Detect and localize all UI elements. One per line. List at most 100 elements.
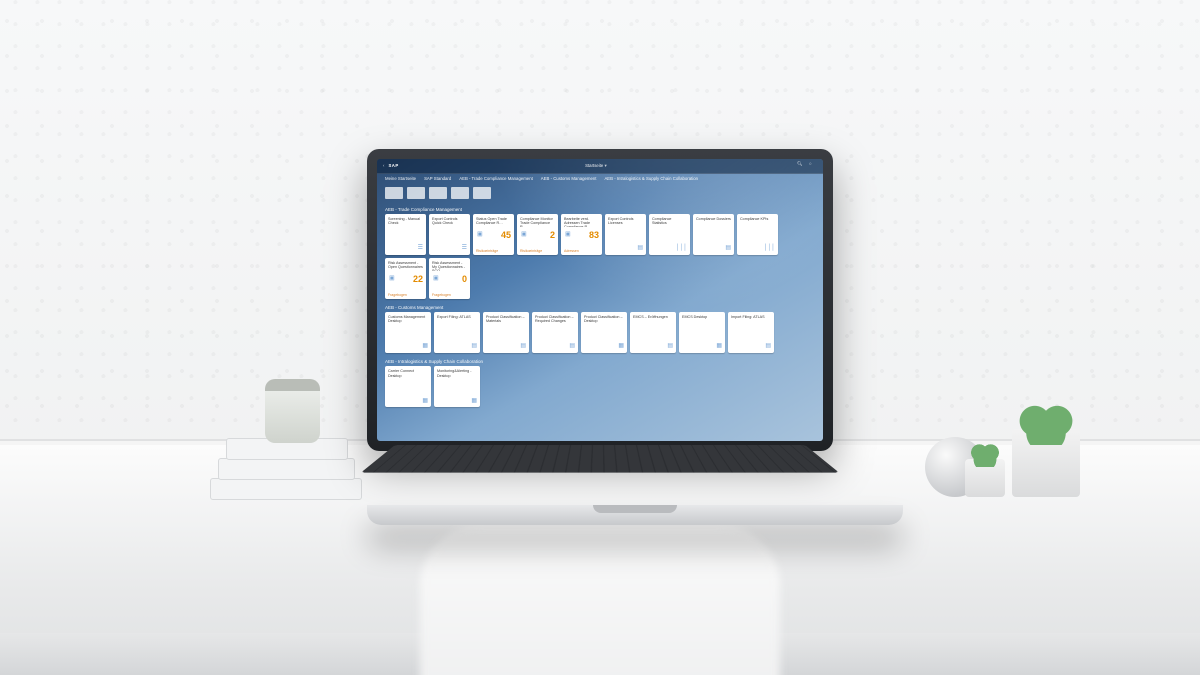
tab-home[interactable]: Meine Startseite [385,177,416,182]
chair-prop [420,525,780,675]
tile-title: Carrier Connect Desktop [388,369,428,377]
kpi-icon: ▣ [389,275,395,282]
laptop-keyboard [361,445,839,473]
group-title: AEB - Customs Management [377,301,823,312]
candle-prop [265,379,320,443]
summary-tile[interactable] [385,187,403,199]
tile-title: Compliance Dossiers [696,217,731,221]
doc-icon: ▤ [569,343,575,350]
tile-kpi: 45 [501,229,511,239]
tile-kpi: 22 [413,273,423,283]
tile-subtitle: Fragebogen [388,293,423,297]
app-tile[interactable]: Status Open Trade Compliance R… ▣ 45 Risiko… [473,214,514,255]
app-tile[interactable]: Screening - Manual Check ☰ [385,214,426,255]
grid-icon: ▦ [422,398,428,405]
bar-icon: │││ [676,245,687,252]
kpi-icon: ▣ [477,231,483,238]
grid-icon: ▦ [471,398,477,405]
sap-logo: SAP [388,164,398,169]
tab-tcm[interactable]: AEB - Trade Compliance Management [459,177,533,182]
tile-title: EMCS Desktop [682,315,722,319]
summary-tile[interactable] [407,187,425,199]
group-title: AEB - Intralogistics & Supply Chain Coll… [377,355,823,366]
tab-customs[interactable]: AEB - Customs Management [541,177,597,182]
laptop-base [367,505,903,525]
laptop: ‹ SAP Startseite 🔍︎ ○ Meine Startseite S… [367,149,833,525]
back-icon[interactable]: ‹ [383,164,384,169]
app-tile[interactable]: Carrier Connect Desktop ▦ [385,366,431,407]
app-tile[interactable]: Export Filing: ATLAS ▤ [434,312,480,353]
app-tile[interactable]: EMCS Desktop▦ [679,312,725,353]
search-icon[interactable]: 🔍︎ [797,162,805,170]
tab-standard[interactable]: SAP Standard [424,177,451,182]
tile-title: Monitoring&Alerting - Desktop [437,369,477,377]
app-tile[interactable]: Monitoring&Alerting - Desktop ▦ [434,366,480,407]
tab-logistics[interactable]: AEB - Intralogistics & Supply Chain Coll… [604,177,698,182]
shell-title[interactable]: Startseite [399,164,793,169]
fiori-launchpad: ‹ SAP Startseite 🔍︎ ○ Meine Startseite S… [377,159,823,441]
laptop-lid: ‹ SAP Startseite 🔍︎ ○ Meine Startseite S… [367,149,833,451]
product-photo: ‹ SAP Startseite 🔍︎ ○ Meine Startseite S… [0,0,1200,675]
tile-title: Customs Management Desktop [388,315,428,323]
summary-tile[interactable] [451,187,469,199]
doc-icon: ▤ [667,343,673,350]
list-icon: ☰ [462,245,467,252]
tile-title: Screening - Manual Check [388,217,423,225]
tile-title: Compliance KPIs [740,217,775,221]
tile-title: Export Controls Licenses [608,217,643,225]
tile-title: Bearbeite verd. Adressen Trade Complianc… [564,217,599,227]
app-tile[interactable]: Compliance Statistics │││ [649,214,690,255]
app-tile[interactable]: Export Controls Quick Check ☰ [429,214,470,255]
tile-title: Import Filing: ATLAS [731,315,771,319]
tile-title: Export Controls Quick Check [432,217,467,225]
app-tile[interactable]: Export Controls Licenses ▤ [605,214,646,255]
doc-icon: ▤ [765,343,771,350]
doc-icon: ▤ [637,245,643,252]
tile-subtitle: Risikoeinträge [476,249,511,253]
app-tile[interactable]: Product Classification – Desktop▦ [581,312,627,353]
tile-row: Customs Management Desktop ▦ Export Filing… [377,312,823,355]
plant-prop-large [1012,429,1080,497]
tile-row: Carrier Connect Desktop▦Monitoring&Alert… [377,366,823,409]
tile-row: Screening - Manual Check☰Export Controls… [377,214,823,301]
grid-icon: ▦ [422,343,428,350]
app-tile[interactable]: Risk Assessment - My Questionnaires - SC… [429,258,470,299]
tile-title: Risk Assessment - My Questionnaires - SC… [432,261,467,271]
tile-title: Compliance Statistics [652,217,687,225]
app-tile[interactable]: Customs Management Desktop ▦ [385,312,431,353]
app-tile[interactable]: Product Classification – Materials ▤ [483,312,529,353]
user-icon[interactable]: ○ [809,162,817,170]
tile-subtitle: Fragebogen [432,293,467,297]
kpi-icon: ▣ [433,275,439,282]
app-tile[interactable]: Bearbeite verd. Adressen Trade Complianc… [561,214,602,255]
tile-subtitle: Adressen [564,249,599,253]
shell-header: ‹ SAP Startseite 🔍︎ ○ [377,159,823,174]
list-icon: ☰ [418,245,423,252]
app-tile[interactable]: Compliance KPIs│││ [737,214,778,255]
tile-title: Product Classification – Materials [486,315,526,323]
tile-title: Status Open Trade Compliance R… [476,217,511,225]
tile-kpi: 2 [550,229,555,239]
tile-kpi: 0 [462,273,467,283]
tile-title: Product Classification – Desktop [584,315,624,323]
app-tile[interactable]: Compliance Dossiers ▤ [693,214,734,255]
tile-title: Risk Assessment - Open Questionnaires [388,261,423,269]
app-tile[interactable]: Product Classification – Required Change… [532,312,578,353]
summary-tile[interactable] [429,187,447,199]
doc-icon: ▤ [520,343,526,350]
app-tile[interactable]: Risk Assessment - Open Questionnaires ▣ 22… [385,258,426,299]
summary-tile[interactable] [473,187,491,199]
plant-prop-small [965,459,1005,497]
tile-subtitle: Risikoeinträge [520,249,555,253]
tile-title: Export Filing: ATLAS [437,315,477,319]
app-tile[interactable]: Import Filing: ATLAS ▤ [728,312,774,353]
kpi-icon: ▣ [521,231,527,238]
summary-tile-row [377,185,823,203]
group-tabs: Meine Startseite SAP Standard AEB - Trad… [377,174,823,185]
doc-icon: ▤ [725,245,731,252]
app-tile[interactable]: Compliance Monitor Trade Compliance R…▣2… [517,214,558,255]
tile-title: EMCS – Eröffnungen [633,315,673,319]
doc-icon: ▤ [471,343,477,350]
tile-title: Product Classification – Required Change… [535,315,575,323]
app-tile[interactable]: EMCS – Eröffnungen ▤ [630,312,676,353]
